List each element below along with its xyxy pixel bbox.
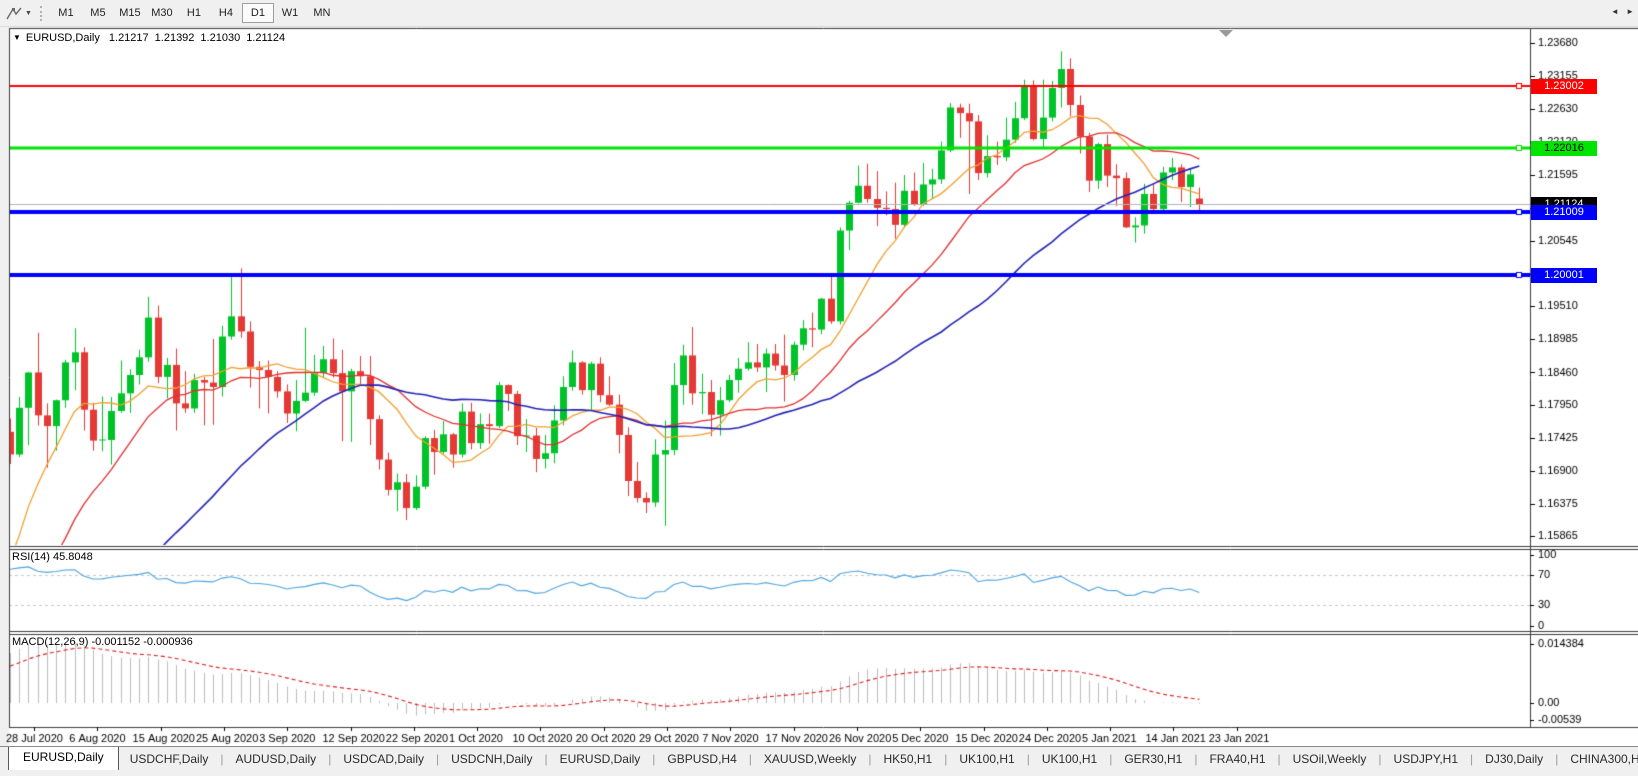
tab-usdjpy-h1[interactable]: USDJPY,H1	[1383, 748, 1469, 770]
ohlc-open: 1.21217	[109, 32, 149, 44]
timeframe-button-m15[interactable]: M15	[114, 3, 146, 23]
timeframe-button-d1[interactable]: D1	[242, 3, 274, 23]
tab-usdcad-daily[interactable]: USDCAD,Daily	[332, 748, 435, 770]
symbol-dropdown-icon[interactable]: ▼	[13, 33, 21, 42]
top-toolbar: ▼ M1M5M15M30H1H4D1W1MN	[0, 0, 1638, 27]
macd-indicator-label: MACD(12,26,9) -0.001152 -0.000936	[12, 636, 193, 648]
rsi-indicator-label: RSI(14) 45.8048	[12, 551, 93, 563]
tab-scroll-left-icon[interactable]: ◄	[1611, 7, 1619, 16]
tab-scroll-arrows: ◄ ►	[1606, 7, 1634, 16]
price-tag-1-20001: 1.20001	[1531, 268, 1597, 283]
ohlc-high: 1.21392	[155, 32, 195, 44]
ohlc-close: 1.21124	[246, 32, 285, 44]
tab-ger30-h1[interactable]: GER30,H1	[1113, 748, 1193, 770]
timeframe-button-h1[interactable]: H1	[178, 3, 210, 23]
tab-uk100-h1[interactable]: UK100,H1	[1031, 748, 1108, 770]
timeframe-buttons: M1M5M15M30H1H4D1W1MN	[50, 3, 338, 23]
tab-eurusd-daily[interactable]: EURUSD,Daily	[8, 746, 119, 770]
tab-usdchf-daily[interactable]: USDCHF,Daily	[119, 748, 220, 770]
timeframe-button-m30[interactable]: M30	[146, 3, 178, 23]
tab-hk50-h1[interactable]: HK50,H1	[872, 748, 943, 770]
price-tag-1-21009: 1.21009	[1531, 205, 1597, 220]
tab-uk100-h1[interactable]: UK100,H1	[948, 748, 1025, 770]
tab-china300-h1[interactable]: CHINA300,H1	[1559, 748, 1638, 770]
chart-symbol-label: EURUSD,Daily	[26, 32, 100, 44]
tab-usoil-weekly[interactable]: USOil,Weekly	[1282, 748, 1378, 770]
tab-xauusd-weekly[interactable]: XAUUSD,Weekly	[753, 748, 867, 770]
tab-usdcnh-daily[interactable]: USDCNH,Daily	[440, 748, 543, 770]
tab-audusd-daily[interactable]: AUDUSD,Daily	[225, 748, 328, 770]
timeframe-button-m5[interactable]: M5	[82, 3, 114, 23]
ohlc-low: 1.21030	[200, 32, 240, 44]
timeframe-button-h4[interactable]: H4	[210, 3, 242, 23]
tab-fra40-h1[interactable]: FRA40,H1	[1198, 748, 1276, 770]
toolbar-grip	[40, 6, 42, 21]
chart-shift-marker-icon[interactable]	[1219, 30, 1233, 37]
tab-dj30-daily[interactable]: DJ30,Daily	[1474, 748, 1554, 770]
timeframe-button-mn[interactable]: MN	[306, 3, 338, 23]
chart-tab-bar: EURUSD,DailyUSDCHF,Daily|AUDUSD,Daily|US…	[0, 746, 1638, 770]
cursor-tool-icon[interactable]	[4, 4, 24, 22]
timeframe-button-m1[interactable]: M1	[50, 3, 82, 23]
price-tag-1-23002: 1.23002	[1531, 79, 1597, 94]
chart-header: ▼ EURUSD,Daily 1.21217 1.21392 1.21030 1.2112…	[13, 32, 291, 44]
tab-scroll-right-icon[interactable]: ►	[1626, 7, 1634, 16]
price-tag-1-22016: 1.22016	[1531, 141, 1597, 156]
chevron-down-icon[interactable]: ▼	[25, 10, 32, 17]
tab-gbpusd-h4[interactable]: GBPUSD,H4	[656, 748, 747, 770]
price-chart-canvas[interactable]	[0, 0, 1638, 746]
tab-eurusd-daily[interactable]: EURUSD,Daily	[549, 748, 652, 770]
timeframe-button-w1[interactable]: W1	[274, 3, 306, 23]
